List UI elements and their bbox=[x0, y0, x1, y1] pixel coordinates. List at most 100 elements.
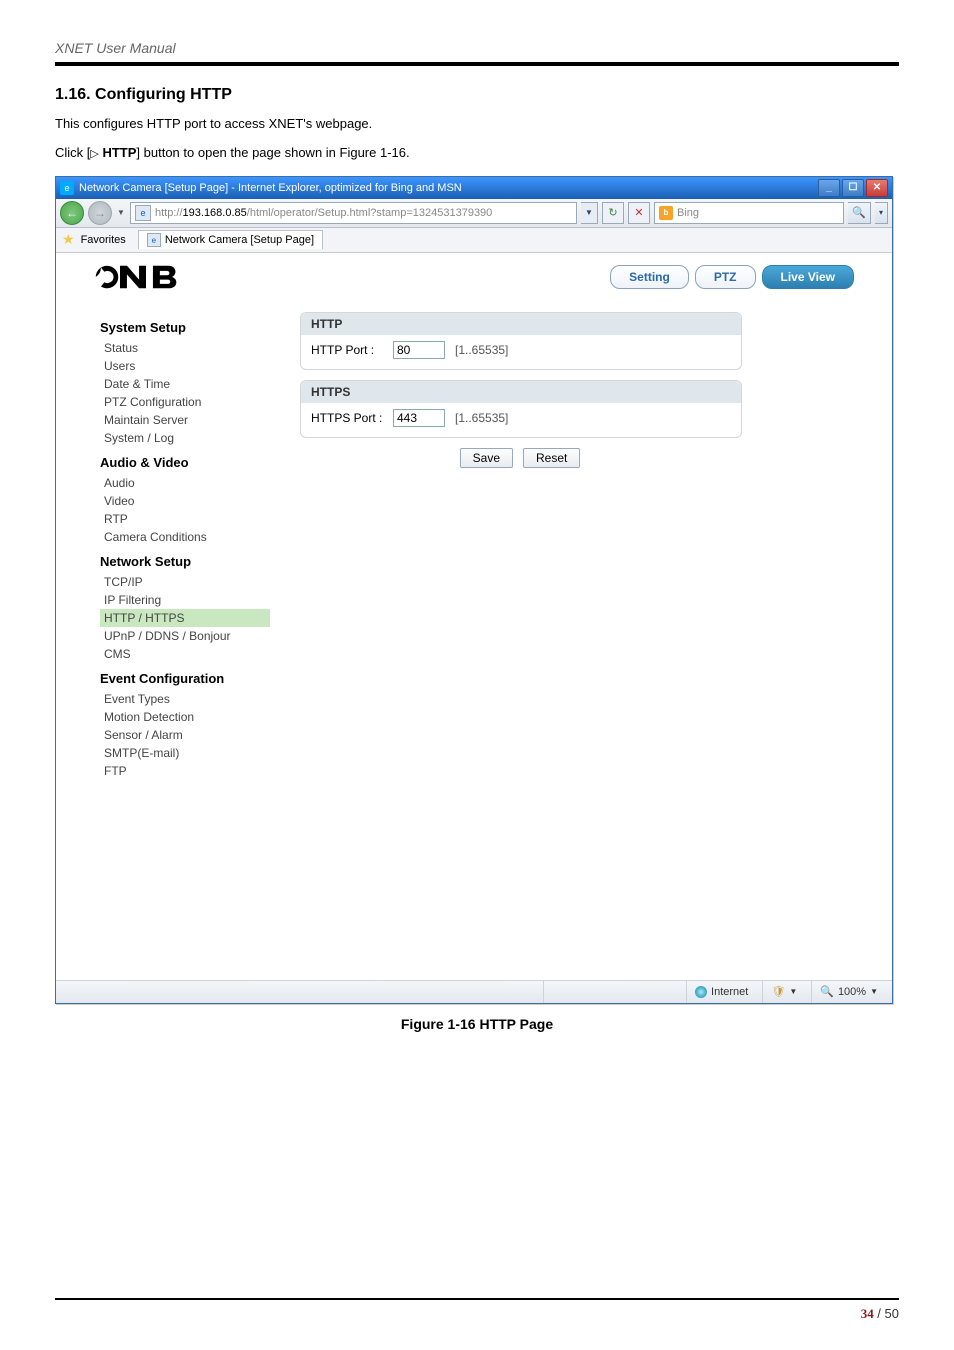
browser-tab[interactable]: e Network Camera [Setup Page] bbox=[138, 230, 323, 249]
sidebar-item-motion-detection[interactable]: Motion Detection bbox=[100, 708, 270, 726]
sidebar-item-ftp[interactable]: FTP bbox=[100, 762, 270, 780]
sidebar-item-audio[interactable]: Audio bbox=[100, 474, 270, 492]
sidebar-item-smtp[interactable]: SMTP(E-mail) bbox=[100, 744, 270, 762]
url-path: /html/operator/Setup.html?stamp=13245313… bbox=[247, 207, 493, 219]
page-icon: e bbox=[135, 205, 151, 221]
shield-icon: 🛡 bbox=[771, 985, 785, 998]
click-bold: HTTP bbox=[99, 145, 137, 160]
app-header: Setting PTZ Live View bbox=[56, 253, 892, 302]
click-suffix: ] button to open the page shown in Figur… bbox=[136, 145, 409, 160]
internet-zone-icon bbox=[695, 986, 707, 998]
sidebar-item-ip-filtering[interactable]: IP Filtering bbox=[100, 591, 270, 609]
favorites-star-icon[interactable]: ★ bbox=[62, 231, 75, 248]
sidebar: System Setup Status Users Date & Time PT… bbox=[100, 312, 270, 780]
sidebar-item-event-types[interactable]: Event Types bbox=[100, 690, 270, 708]
sidebar-item-rtp[interactable]: RTP bbox=[100, 510, 270, 528]
http-port-label: HTTP Port : bbox=[311, 343, 383, 357]
tab-page-icon: e bbox=[147, 233, 161, 247]
save-button[interactable]: Save bbox=[460, 448, 513, 468]
zoom-control[interactable]: 🔍 100% ▼ bbox=[811, 981, 886, 1003]
sidebar-group-network: Network Setup bbox=[100, 554, 270, 569]
nav-dropdown-icon[interactable]: ▼ bbox=[116, 208, 126, 217]
sidebar-item-video[interactable]: Video bbox=[100, 492, 270, 510]
sidebar-item-http-https[interactable]: HTTP / HTTPS bbox=[100, 609, 270, 627]
cnb-logo bbox=[94, 264, 198, 290]
sidebar-item-tcpip[interactable]: TCP/IP bbox=[100, 573, 270, 591]
https-panel: HTTPS HTTPS Port : [1..65535] bbox=[300, 380, 742, 438]
favorites-bar: ★ Favorites e Network Camera [Setup Page… bbox=[56, 228, 892, 253]
titlebar: e Network Camera [Setup Page] - Internet… bbox=[56, 177, 892, 199]
sidebar-item-maintain-server[interactable]: Maintain Server bbox=[100, 411, 270, 429]
address-bar: ← → ▼ e http://193.168.0.85/html/operato… bbox=[56, 199, 892, 228]
http-panel-title: HTTP bbox=[301, 313, 741, 335]
search-provider-label: Bing bbox=[677, 207, 699, 219]
search-button[interactable]: 🔍 bbox=[848, 202, 871, 224]
https-panel-title: HTTPS bbox=[301, 381, 741, 403]
forward-button[interactable]: → bbox=[88, 201, 112, 225]
bing-icon: b bbox=[659, 206, 673, 220]
chevron-down-icon[interactable]: ▼ bbox=[789, 987, 797, 996]
url-host: 193.168.0.85 bbox=[183, 207, 247, 219]
sidebar-group-event: Event Configuration bbox=[100, 671, 270, 686]
sidebar-item-date-time[interactable]: Date & Time bbox=[100, 375, 270, 393]
stop-button[interactable]: ✕ bbox=[628, 202, 650, 224]
figure-caption: Figure 1-16 HTTP Page bbox=[55, 1016, 899, 1032]
tab-ptz[interactable]: PTZ bbox=[695, 265, 756, 289]
sidebar-item-system-log[interactable]: System / Log bbox=[100, 429, 270, 447]
sidebar-item-sensor-alarm[interactable]: Sensor / Alarm bbox=[100, 726, 270, 744]
doc-title: XNET User Manual bbox=[55, 40, 899, 56]
ie-icon: e bbox=[60, 181, 74, 195]
intro-text: This configures HTTP port to access XNET… bbox=[55, 114, 899, 135]
maximize-button[interactable]: ☐ bbox=[842, 179, 864, 197]
close-button[interactable]: ✕ bbox=[866, 179, 888, 197]
tab-setting[interactable]: Setting bbox=[610, 265, 689, 289]
http-port-input[interactable] bbox=[393, 341, 445, 359]
triangle-icon: ▷ bbox=[90, 148, 98, 160]
minimize-button[interactable]: _ bbox=[818, 179, 840, 197]
https-port-input[interactable] bbox=[393, 409, 445, 427]
page-footer: 34 / 50 bbox=[55, 1292, 899, 1323]
sidebar-item-camera-conditions[interactable]: Camera Conditions bbox=[100, 528, 270, 546]
sidebar-item-upnp-ddns-bonjour[interactable]: UPnP / DDNS / Bonjour bbox=[100, 627, 270, 645]
sidebar-item-ptz-config[interactable]: PTZ Configuration bbox=[100, 393, 270, 411]
sidebar-group-system: System Setup bbox=[100, 320, 270, 335]
sidebar-group-audio-video: Audio & Video bbox=[100, 455, 270, 470]
window-title: Network Camera [Setup Page] - Internet E… bbox=[79, 182, 818, 194]
tab-live-view[interactable]: Live View bbox=[762, 265, 854, 289]
page-content: Setting PTZ Live View System Setup Statu… bbox=[56, 253, 892, 980]
sidebar-item-users[interactable]: Users bbox=[100, 357, 270, 375]
https-port-label: HTTPS Port : bbox=[311, 411, 383, 425]
status-protected-mode: 🛡 ▼ bbox=[762, 981, 805, 1003]
sidebar-item-status[interactable]: Status bbox=[100, 339, 270, 357]
rule-bottom bbox=[55, 1298, 899, 1300]
zoom-label: 100% bbox=[838, 986, 866, 998]
zoom-dropdown-icon[interactable]: ▼ bbox=[870, 987, 878, 996]
status-bar: Internet 🛡 ▼ 🔍 100% ▼ bbox=[56, 980, 892, 1003]
status-zone-label: Internet bbox=[711, 986, 748, 998]
page-current: 34 bbox=[861, 1306, 874, 1321]
url-dropdown-icon[interactable]: ▼ bbox=[581, 202, 598, 224]
click-instruction: Click [▷ HTTP] button to open the page s… bbox=[55, 143, 899, 164]
url-input[interactable]: e http://193.168.0.85/html/operator/Setu… bbox=[130, 202, 577, 224]
page-sep: / bbox=[874, 1306, 885, 1321]
main-area: HTTP HTTP Port : [1..65535] HTTPS HTTPS … bbox=[300, 312, 862, 780]
https-port-range: [1..65535] bbox=[455, 411, 508, 425]
page-total: 50 bbox=[885, 1306, 899, 1321]
main-tabs: Setting PTZ Live View bbox=[610, 265, 854, 289]
tab-label: Network Camera [Setup Page] bbox=[165, 234, 314, 246]
rule-top bbox=[55, 62, 899, 66]
http-panel: HTTP HTTP Port : [1..65535] bbox=[300, 312, 742, 370]
click-prefix: Click [ bbox=[55, 145, 90, 160]
http-port-range: [1..65535] bbox=[455, 343, 508, 357]
zoom-icon: 🔍 bbox=[820, 985, 834, 998]
back-button[interactable]: ← bbox=[60, 201, 84, 225]
search-dropdown-icon[interactable]: ▾ bbox=[875, 202, 888, 224]
section-heading: 1.16. Configuring HTTP bbox=[55, 86, 899, 104]
status-zone: Internet bbox=[686, 981, 756, 1003]
search-input[interactable]: b Bing bbox=[654, 202, 844, 224]
reset-button[interactable]: Reset bbox=[523, 448, 580, 468]
sidebar-item-cms[interactable]: CMS bbox=[100, 645, 270, 663]
refresh-button[interactable]: ↻ bbox=[602, 202, 624, 224]
favorites-label: Favorites bbox=[81, 234, 126, 246]
browser-window: e Network Camera [Setup Page] - Internet… bbox=[55, 176, 893, 1004]
